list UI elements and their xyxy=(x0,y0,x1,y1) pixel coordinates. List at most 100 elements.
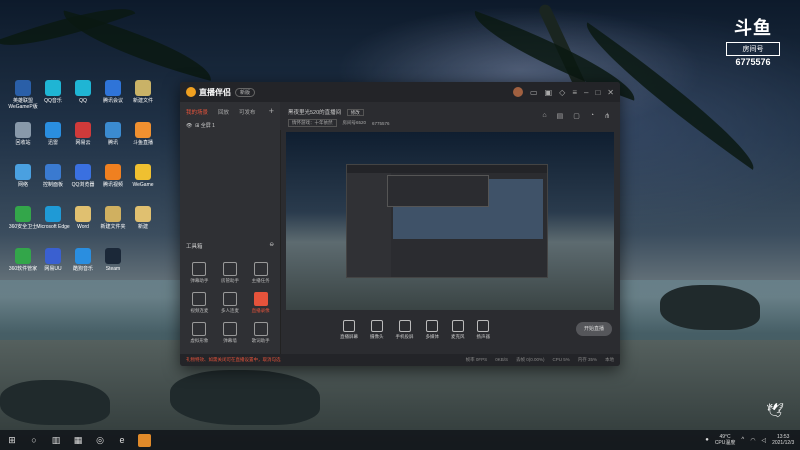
avatar[interactable] xyxy=(513,87,524,97)
shop-icon[interactable]: ▤ xyxy=(557,112,564,120)
source-button[interactable]: 多媒体 xyxy=(426,320,439,340)
desktop-icon[interactable]: 360安全卫士 xyxy=(6,206,40,230)
desktop-icon[interactable]: 新建文件夹 xyxy=(96,206,130,230)
volume-icon[interactable]: ◁ xyxy=(761,437,766,444)
screen-icon[interactable]: ▢ xyxy=(573,112,580,120)
close-icon[interactable]: ✕ xyxy=(607,88,614,97)
scene-item[interactable]: 👁 ⊞ 全屏 1 xyxy=(180,119,280,132)
tab-publish[interactable]: 可发布 xyxy=(239,108,256,116)
toolbox-item[interactable]: 虚拟形象 xyxy=(184,322,215,344)
toolbox-item[interactable]: 主播任务 xyxy=(245,262,276,284)
desktop-icon[interactable]: QQ浏览器 xyxy=(66,164,100,188)
desktop-icon[interactable]: 360软件管家 xyxy=(6,248,40,272)
desktop-icon[interactable]: 迅雷 xyxy=(36,122,70,146)
source-button[interactable]: 直播屏幕 xyxy=(340,320,358,340)
desktop-icon[interactable]: 网易UU xyxy=(36,248,70,272)
live-companion-taskbar-icon[interactable] xyxy=(138,433,151,447)
bell-icon[interactable]: ◔ xyxy=(590,112,594,120)
source-toolbar: 直播屏幕 摄像头 手机投屏 多媒体 麦克风 扬声器 xyxy=(280,318,620,342)
status-item: 丢帧 0(0.00%) xyxy=(515,357,545,362)
start-live-button[interactable]: 开始直播 xyxy=(576,322,612,336)
network-icon[interactable]: ◠ xyxy=(750,437,755,444)
desktop-icon[interactable]: Word xyxy=(66,206,100,230)
toolbox-item[interactable]: 歌词助手 xyxy=(245,322,276,344)
desktop-icon[interactable]: QQ xyxy=(66,80,100,104)
source-label: 麦克风 xyxy=(451,334,465,339)
desktop-icon-label: Steam xyxy=(105,266,121,272)
category-selector[interactable]: 情怀游戏：十年依然 xyxy=(288,119,337,127)
desktop-app-icon xyxy=(75,122,91,138)
room-info-bar: 黑夜里光520的直播间 修改 情怀游戏：十年依然 房间号6520 6775576… xyxy=(280,102,620,130)
edit-title-button[interactable]: 修改 xyxy=(346,109,364,116)
share-icon[interactable]: ⋔ xyxy=(604,112,610,120)
gift-icon[interactable]: ▣ xyxy=(545,88,553,97)
desktop-icon[interactable]: QQ音乐 xyxy=(36,80,70,104)
desktop-icon[interactable]: 网络 xyxy=(6,164,40,188)
tool-label: 直播录像 xyxy=(251,308,270,313)
desktop-icon[interactable]: Microsoft Edge xyxy=(36,206,70,230)
clock[interactable]: 13:53 2021/12/3 xyxy=(772,434,794,446)
tool-icon xyxy=(192,322,207,336)
toolbox-item[interactable]: 弹幕助手 xyxy=(184,262,215,284)
widgets-icon[interactable]: ▦ xyxy=(72,434,84,446)
desktop-icon-label: 腾讯会议 xyxy=(102,98,123,104)
source-button[interactable]: 摄像头 xyxy=(370,320,384,340)
toolbox-item[interactable]: 多人连麦 xyxy=(215,292,246,314)
desktop-app-icon xyxy=(105,80,121,96)
cpu-temp-label: CPU温度 xyxy=(714,440,736,446)
stream-preview[interactable] xyxy=(286,132,614,310)
tab-replay[interactable]: 回放 xyxy=(218,108,229,116)
minimize-icon[interactable]: – xyxy=(584,88,588,97)
version-badge[interactable]: 新版 xyxy=(235,87,256,97)
desktop-icon-label: 新建 xyxy=(137,224,148,230)
desktop-icon[interactable]: 酷狗音乐 xyxy=(66,248,100,272)
room-number: 6775576 xyxy=(735,57,771,67)
toolbox-item[interactable]: 直播录像 xyxy=(245,292,276,314)
task-view-icon[interactable]: ▥ xyxy=(50,434,62,446)
menu-icon[interactable]: ≡ xyxy=(572,88,577,97)
desktop-icon[interactable]: 新建 xyxy=(126,206,160,230)
notification-icon[interactable]: ◇ xyxy=(559,88,565,97)
chat-icon[interactable]: ◎ xyxy=(94,434,106,446)
desktop-icon[interactable]: 英雄联盟 WeGameP版 xyxy=(6,80,40,110)
status-item: 本地 xyxy=(605,357,614,362)
desktop-icon[interactable]: 网易云 xyxy=(66,122,100,146)
source-button[interactable]: 扬声器 xyxy=(476,320,491,340)
desktop-icon[interactable]: 腾讯视频 xyxy=(96,164,130,188)
desktop-icon[interactable]: 腾讯 xyxy=(96,122,130,146)
desktop-app-icon xyxy=(105,206,121,222)
status-item: 帧率 0FPS xyxy=(465,357,488,362)
desktop-icon[interactable]: 回收站 xyxy=(6,122,40,146)
windows-start-icon[interactable]: ⊞ xyxy=(6,434,18,446)
tray-chevron-icon[interactable]: ^ xyxy=(741,437,744,443)
tray-app-icon[interactable]: ● xyxy=(705,437,709,443)
toolbox-item[interactable]: 房管助手 xyxy=(215,262,246,284)
desktop-icon[interactable]: Steam xyxy=(96,248,130,272)
source-button[interactable]: 麦克风 xyxy=(451,320,465,340)
window-titlebar[interactable]: 直播伴侣 新版 ▭ ▣ ◇ ≡ – □ ✕ xyxy=(180,82,620,102)
tool-label: 弹幕助手 xyxy=(190,278,209,283)
desktop-icon[interactable]: 新建文件 xyxy=(126,80,160,104)
tool-icon xyxy=(222,262,237,276)
search-icon[interactable]: ○ xyxy=(28,434,40,446)
tool-icon xyxy=(222,292,237,306)
toolbox-more-icon[interactable]: ⊖ xyxy=(269,242,274,250)
toolbox-item[interactable]: 弹幕墙 xyxy=(215,322,246,344)
edge-icon[interactable]: e xyxy=(116,434,128,446)
toolbox-item[interactable]: 视频连麦 xyxy=(184,292,215,314)
desktop-icon[interactable]: 斗鱼直播 xyxy=(126,122,160,146)
desktop-icon[interactable]: 腾讯会议 xyxy=(96,80,130,104)
desktop-icon[interactable]: WeGame xyxy=(126,164,160,188)
room-id: 6775576 xyxy=(372,120,390,126)
tab-scenes[interactable]: 我的场景 xyxy=(186,108,208,116)
source-label: 扬声器 xyxy=(476,334,491,339)
lock-icon[interactable]: ⌂ xyxy=(542,112,546,120)
add-scene-icon[interactable]: + xyxy=(269,107,274,116)
tool-icon xyxy=(192,292,207,306)
maximize-icon[interactable]: □ xyxy=(595,88,600,97)
desktop-app-icon xyxy=(45,80,61,96)
source-button[interactable]: 手机投屏 xyxy=(396,320,414,340)
tool-label: 主播任务 xyxy=(251,278,270,283)
desktop-icon[interactable]: 控制面板 xyxy=(36,164,70,188)
message-icon[interactable]: ▭ xyxy=(530,88,538,97)
